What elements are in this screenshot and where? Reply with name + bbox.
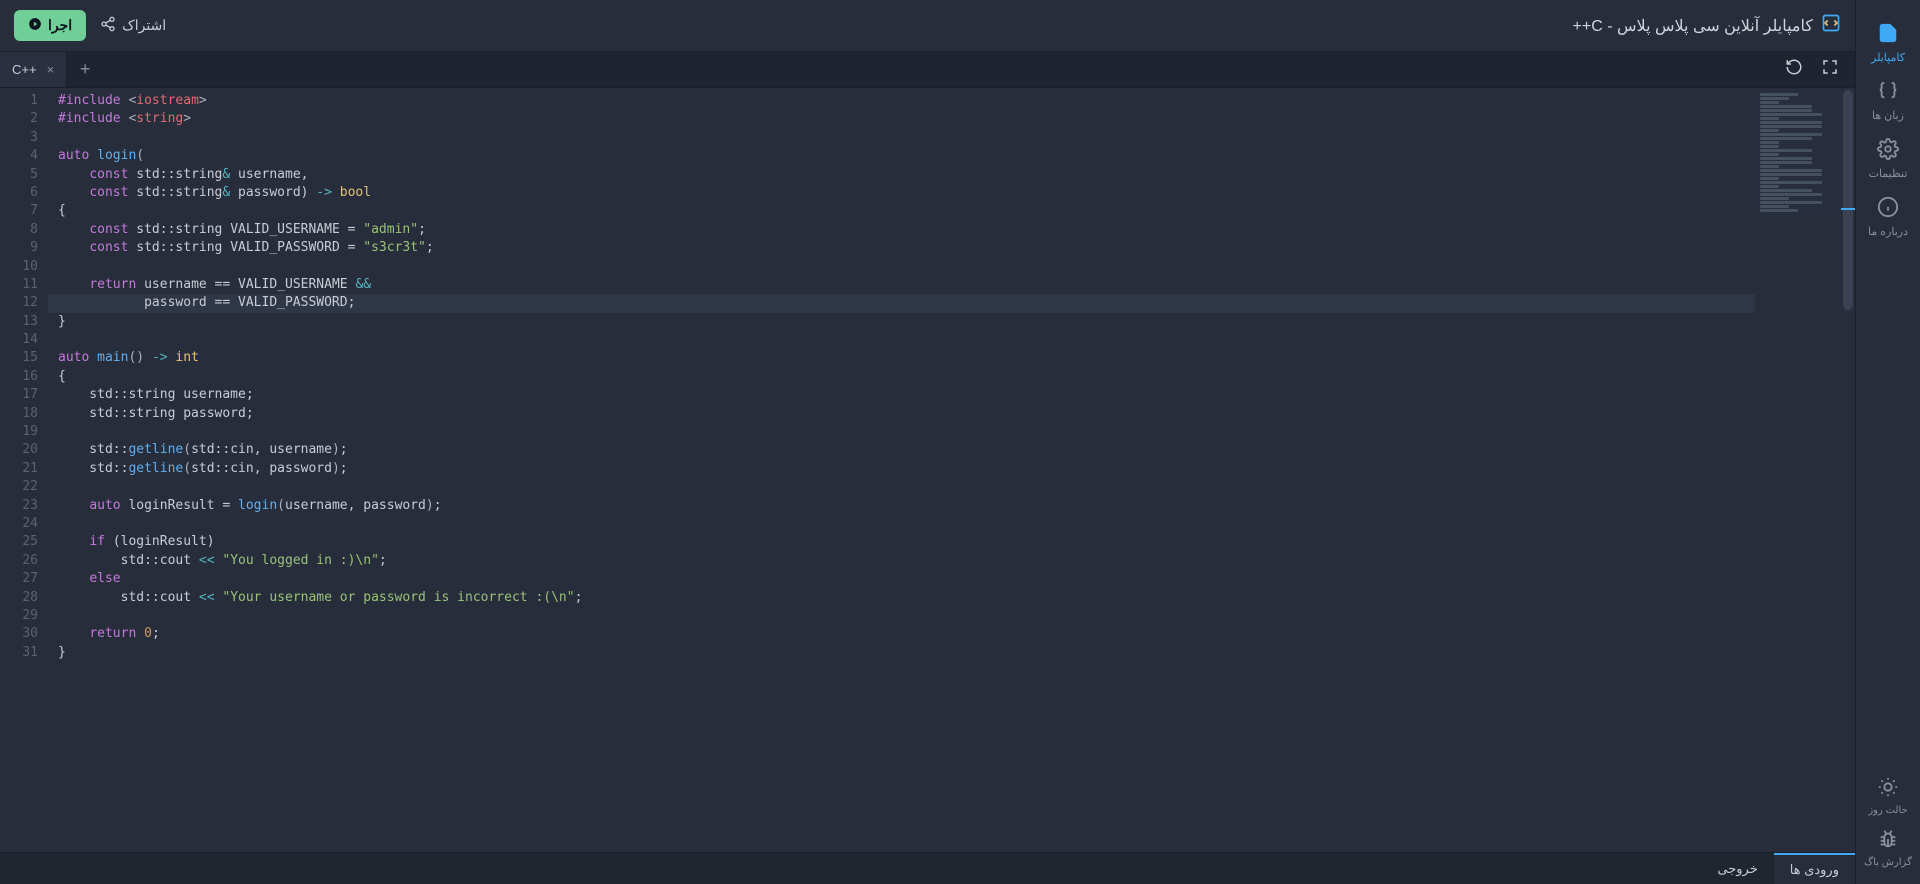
info-icon bbox=[1868, 196, 1908, 221]
bottom-tab[interactable]: خروجی bbox=[1701, 853, 1773, 884]
line-gutter: 1234567891011121314151617181920212223242… bbox=[0, 88, 48, 852]
scrollbar-thumb[interactable] bbox=[1843, 90, 1853, 310]
main-area: کامپایلر آنلاین سی پلاس پلاس - C++ اشترا… bbox=[0, 0, 1855, 884]
gear-icon bbox=[1868, 138, 1908, 163]
page-title-text: کامپایلر آنلاین سی پلاس پلاس - C++ bbox=[1573, 16, 1813, 36]
run-button[interactable]: اجرا bbox=[14, 10, 86, 41]
sidebar-item-code-file[interactable]: کامپایلر bbox=[1868, 14, 1908, 72]
sidebar-item-sun[interactable]: حالت روز bbox=[1864, 770, 1912, 822]
code-content[interactable]: #include <iostream>#include <string>auto… bbox=[48, 88, 1855, 852]
share-label: اشتراک bbox=[122, 17, 166, 34]
run-label: اجرا bbox=[48, 17, 72, 34]
code-file-icon bbox=[1868, 22, 1908, 47]
play-icon bbox=[28, 17, 42, 34]
right-sidebar: کامپایلر زبان ها تنظیمات درباره ما حالت روز… bbox=[1855, 0, 1920, 884]
sidebar-item-bug[interactable]: گزارش باگ bbox=[1864, 822, 1912, 874]
sun-icon bbox=[1864, 776, 1912, 801]
page-title: کامپایلر آنلاین سی پلاس پلاس - C++ bbox=[1573, 13, 1841, 38]
sidebar-item-label: کامپایلر bbox=[1871, 52, 1905, 64]
sidebar-item-info[interactable]: درباره ما bbox=[1868, 188, 1908, 246]
fullscreen-icon[interactable] bbox=[1821, 58, 1839, 81]
share-icon bbox=[100, 16, 116, 35]
bottom-panel: ورودی هاخروجی bbox=[0, 852, 1855, 884]
reset-icon[interactable] bbox=[1785, 58, 1803, 81]
tabs-bar: C++ × + bbox=[0, 52, 1855, 88]
scrollbar[interactable] bbox=[1841, 88, 1855, 852]
sidebar-item-label: درباره ما bbox=[1868, 226, 1908, 238]
sidebar-item-gear[interactable]: تنظیمات bbox=[1868, 130, 1908, 188]
sidebar-item-label: گزارش باگ bbox=[1864, 857, 1912, 868]
tab-label: C++ bbox=[12, 62, 37, 77]
logo-icon bbox=[1821, 13, 1841, 38]
new-tab-button[interactable]: + bbox=[67, 52, 103, 87]
minimap[interactable] bbox=[1756, 92, 1851, 212]
sidebar-item-label: حالت روز bbox=[1868, 805, 1907, 816]
close-icon[interactable]: × bbox=[47, 62, 55, 77]
sidebar-item-label: تنظیمات bbox=[1869, 168, 1908, 180]
code-editor[interactable]: 1234567891011121314151617181920212223242… bbox=[0, 88, 1855, 852]
editor-tab[interactable]: C++ × bbox=[0, 52, 67, 87]
bug-icon bbox=[1864, 828, 1912, 853]
scroll-marker bbox=[1841, 208, 1855, 210]
bottom-tab[interactable]: ورودی ها bbox=[1774, 853, 1855, 884]
share-button[interactable]: اشتراک bbox=[100, 16, 166, 35]
sidebar-item-label: زبان ها bbox=[1872, 110, 1904, 122]
header: کامپایلر آنلاین سی پلاس پلاس - C++ اشترا… bbox=[0, 0, 1855, 52]
braces-icon bbox=[1868, 80, 1908, 105]
sidebar-item-braces[interactable]: زبان ها bbox=[1868, 72, 1908, 130]
